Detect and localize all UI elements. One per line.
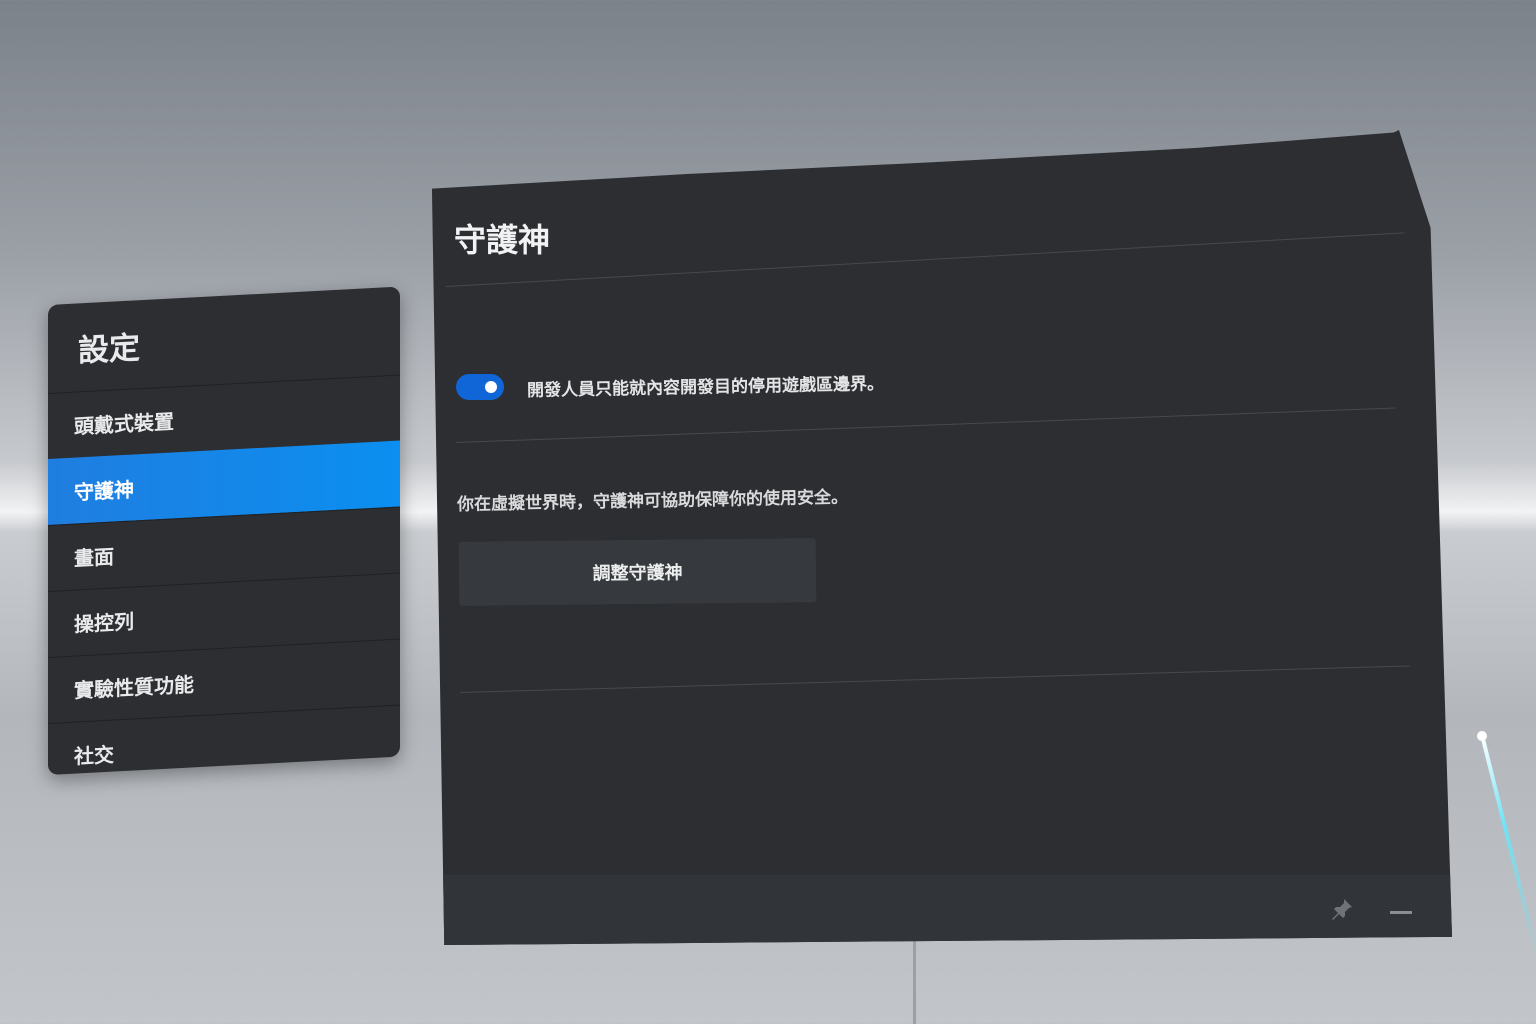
toggle-label: 開發人員只能就內容開發目的停用遊戲區邊界。 bbox=[526, 374, 885, 401]
guardian-settings-panel: 守護神 開發人員只能就內容開發目的停用遊戲區邊界。 你在虛擬世界時，守護神可協助… bbox=[432, 130, 1452, 945]
title-divider bbox=[445, 232, 1405, 287]
guardian-description: 你在虛擬世界時，守護神可協助保障你的使用安全。 bbox=[456, 487, 849, 515]
pin-icon[interactable] bbox=[1328, 897, 1356, 925]
adjust-guardian-button[interactable]: 調整守護神 bbox=[458, 538, 817, 606]
settings-menu: 設定 頭戴式裝置 守護神 畫面 操控列 實驗性質功能 社交 bbox=[48, 286, 400, 789]
menu-item-label: 社交 bbox=[74, 742, 114, 769]
minimize-icon[interactable] bbox=[1390, 911, 1412, 914]
controller-laser-pointer bbox=[1480, 734, 1536, 959]
content-divider bbox=[459, 665, 1410, 693]
disable-boundary-toggle[interactable] bbox=[456, 374, 504, 400]
settings-menu-list: 頭戴式裝置 守護神 畫面 操控列 實驗性質功能 社交 bbox=[48, 374, 400, 789]
settings-menu-title: 設定 bbox=[78, 330, 140, 370]
pin-icon-graphic bbox=[1332, 899, 1352, 920]
menu-item-label: 頭戴式裝置 bbox=[74, 409, 174, 439]
toggle-knob bbox=[485, 381, 497, 393]
toggle-divider bbox=[455, 407, 1396, 443]
panel-footer bbox=[442, 875, 1452, 945]
laser-pointer-tip bbox=[1477, 731, 1487, 741]
vr-environment: 設定 頭戴式裝置 守護神 畫面 操控列 實驗性質功能 社交 守護神 開發人員只能… bbox=[0, 0, 1536, 1024]
panel-title: 守護神 bbox=[454, 221, 551, 259]
menu-item-label: 操控列 bbox=[74, 609, 134, 637]
menu-item-label: 畫面 bbox=[74, 544, 114, 571]
menu-item-label: 守護神 bbox=[74, 476, 134, 505]
menu-item-label: 實驗性質功能 bbox=[74, 672, 194, 703]
